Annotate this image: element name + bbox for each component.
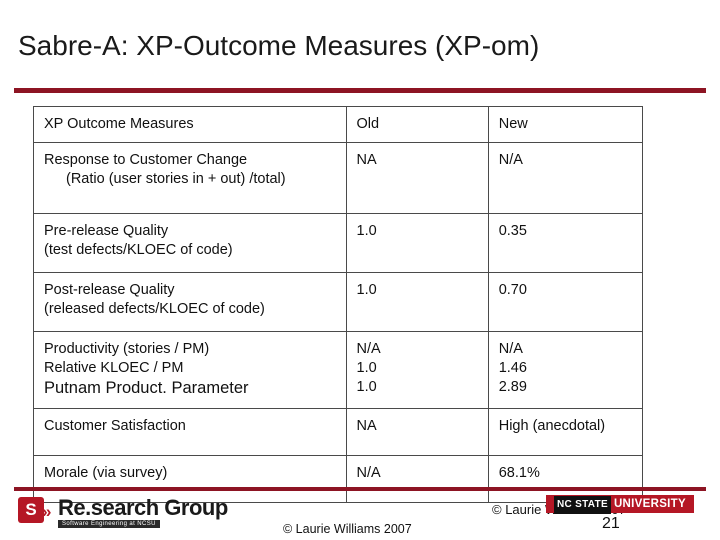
title-divider (14, 88, 706, 93)
measure-line-2: (Ratio (user stories in + out) /total) (66, 171, 286, 188)
cell-measure-satisfaction: Customer Satisfaction (33, 408, 347, 457)
old-line-3: 1.0 (356, 379, 377, 396)
measure-line-1: Productivity (stories / PM) (44, 341, 210, 358)
cell-old-productivity: N/A 1.0 1.0 (345, 331, 489, 410)
ncsu-logo: NC STATE UNIVERSITY (546, 495, 694, 514)
new-line-2: 1.46 (498, 360, 527, 377)
logo-square-icon: S (18, 497, 44, 523)
cell-new-satisfaction: High (anecdotal) (487, 408, 644, 457)
measure-line-2: Relative KLOEC / PM (44, 360, 184, 377)
cell-new-prerelease: 0.35 (487, 213, 644, 274)
table-row: Post-release Quality (released defects/K… (33, 272, 644, 333)
old-line-1: N/A (356, 341, 381, 358)
table-row: Pre-release Quality (test defects/KLOEC … (33, 213, 644, 274)
page-title: Sabre-A: XP-Outcome Measures (XP-om) (18, 30, 540, 61)
copyright-center: © Laurie Williams 2007 (283, 522, 412, 536)
ncsu-prefix: NC STATE (554, 496, 611, 514)
ncsu-name: UNIVERSITY (613, 498, 686, 510)
cell-old-postrelease: 1.0 (345, 272, 489, 333)
measure-line-2: (test defects/KLOEC of code) (44, 242, 233, 259)
cell-new-postrelease: 0.70 (487, 272, 644, 333)
table-row: Productivity (stories / PM) Relative KLO… (33, 331, 644, 410)
cell-old-response: NA (345, 142, 489, 215)
cell-measure-productivity: Productivity (stories / PM) Relative KLO… (33, 331, 347, 410)
cell-new-response: N/A (487, 142, 644, 215)
header-cell-old: Old (345, 105, 489, 144)
slide: Sabre-A: XP-Outcome Measures (XP-om) XP … (0, 0, 720, 540)
measure-line-2: (released defects/KLOEC of code) (44, 301, 265, 318)
cell-measure-postrelease: Post-release Quality (released defects/K… (33, 272, 347, 333)
logo-name: Re.search Group (58, 495, 228, 520)
research-group-logo: S » Re.search Group Software Engineering… (18, 493, 228, 533)
measure-line-1: Post-release Quality (44, 282, 175, 299)
table-header-row: XP Outcome Measures Old New (33, 105, 644, 144)
old-line-2: 1.0 (356, 360, 377, 377)
logo-subtitle: Software Engineering at NCSU (58, 520, 160, 528)
table-row: Customer Satisfaction NA High (anecdotal… (33, 408, 644, 457)
page-number: 21 (602, 515, 620, 532)
new-line-1: N/A (498, 341, 523, 358)
measure-line-1: Response to Customer Change (44, 152, 248, 169)
cell-new-productivity: N/A 1.46 2.89 (487, 331, 644, 410)
table-row: Response to Customer Change (Ratio (user… (33, 142, 644, 215)
cell-old-prerelease: 1.0 (345, 213, 489, 274)
measure-line-3: Putnam Product. Parameter (44, 379, 249, 398)
measure-line-1: Pre-release Quality (44, 223, 169, 240)
logo-chevron-icon: » (42, 502, 52, 521)
cell-measure-response: Response to Customer Change (Ratio (user… (33, 142, 347, 215)
cell-measure-prerelease: Pre-release Quality (test defects/KLOEC … (33, 213, 347, 274)
slide-footer: S » Re.search Group Software Engineering… (0, 491, 720, 540)
header-cell-new: New (487, 105, 644, 144)
cell-old-satisfaction: NA (345, 408, 489, 457)
new-line-3: 2.89 (498, 379, 527, 396)
outcome-measures-table: XP Outcome Measures Old New Response to … (33, 105, 644, 504)
header-cell-measures: XP Outcome Measures (33, 105, 347, 144)
